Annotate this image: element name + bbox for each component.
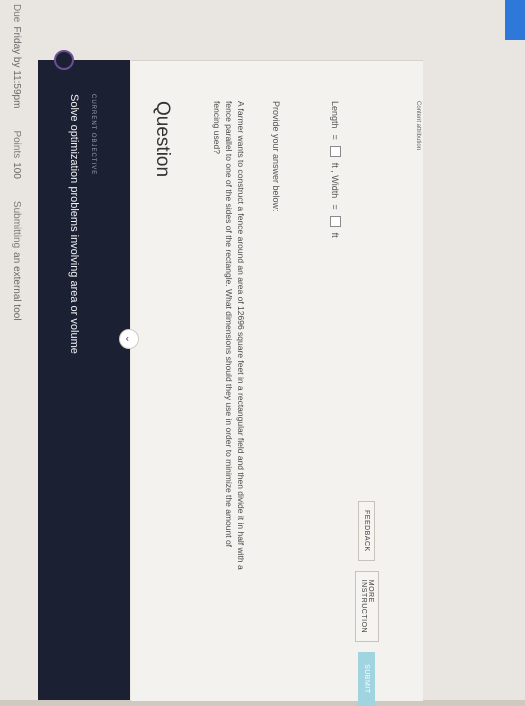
answer-prompt: Provide your answer below: (271, 101, 281, 212)
assignment-details-bar: DueFriday by 11:59pm Points100 Submittin… (0, 0, 33, 704)
question-card: ⌄ Question A farmer wants to construct a… (119, 60, 423, 706)
unit-label: ft (330, 232, 341, 238)
equals-sign-2: = (330, 204, 341, 210)
corner-button[interactable] (505, 0, 525, 40)
objective-title: Solve optimization problems involving ar… (68, 94, 80, 354)
submitting-info: Submittingan external tool (11, 200, 22, 321)
chevron-down-icon[interactable]: ⌄ (119, 329, 139, 349)
answer-row: Length = ft , Width = ft (330, 101, 341, 238)
length-label: Length (330, 101, 341, 129)
assignment-page: DueFriday by 11:59pm Points100 Submittin… (0, 0, 525, 706)
more-instruction-button[interactable]: MORE INSTRUCTION (355, 570, 379, 643)
submit-button[interactable]: SUBMIT (358, 652, 376, 706)
objective-progress-icon (54, 50, 74, 70)
length-input[interactable] (330, 145, 341, 157)
due-info: DueFriday by 11:59pm (11, 4, 22, 109)
feedback-button[interactable]: FEEDBACK (358, 501, 376, 561)
question-text: A farmer wants to construct a fence arou… (212, 101, 246, 570)
action-buttons: SUBMIT MORE INSTRUCTION FEEDBACK (355, 501, 379, 706)
points-info: Points100 (11, 130, 22, 179)
equals-sign: = (330, 134, 341, 140)
width-input[interactable] (330, 215, 341, 227)
width-label: ft , Width (330, 162, 341, 199)
content-attribution-link[interactable]: Content attribution (415, 101, 421, 150)
question-heading: Question (152, 101, 173, 178)
objective-label: CURRENT OBJECTIVE (90, 94, 96, 176)
objective-banner: CURRENT OBJECTIVE Solve optimization pro… (38, 50, 130, 700)
